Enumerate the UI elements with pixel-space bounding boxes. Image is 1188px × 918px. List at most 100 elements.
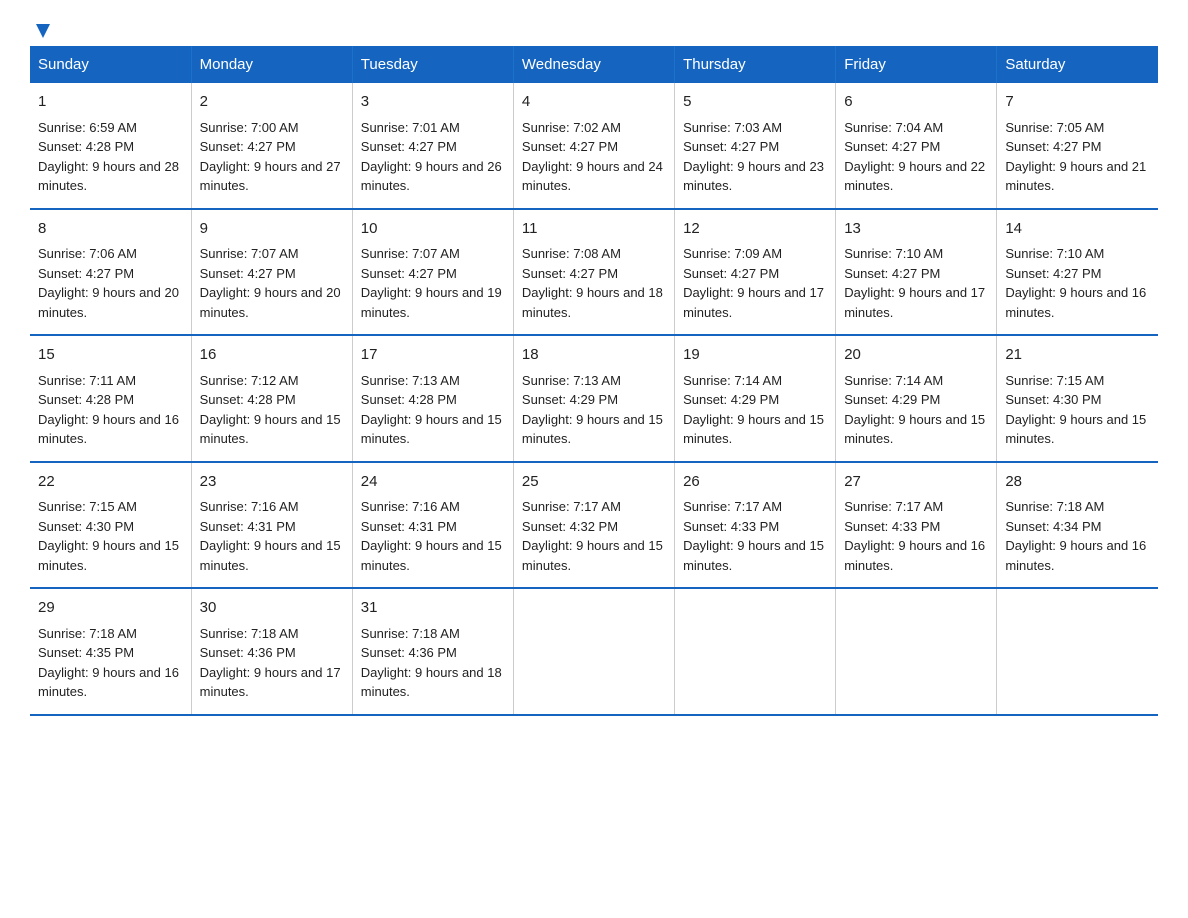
day-number: 10 (361, 218, 505, 241)
calendar-day-cell: 15 Sunrise: 7:11 AM Sunset: 4:28 PM Dayl… (30, 335, 191, 462)
day-info: Sunrise: 7:13 AM Sunset: 4:29 PM Dayligh… (522, 371, 666, 449)
calendar-day-cell: 9 Sunrise: 7:07 AM Sunset: 4:27 PM Dayli… (191, 209, 352, 336)
day-number: 7 (1005, 91, 1150, 114)
day-info: Sunrise: 7:12 AM Sunset: 4:28 PM Dayligh… (200, 371, 344, 449)
calendar-header-cell: Monday (191, 46, 352, 83)
day-info: Sunrise: 7:11 AM Sunset: 4:28 PM Dayligh… (38, 371, 183, 449)
day-info: Sunrise: 7:00 AM Sunset: 4:27 PM Dayligh… (200, 118, 344, 196)
day-info: Sunrise: 7:01 AM Sunset: 4:27 PM Dayligh… (361, 118, 505, 196)
day-number: 16 (200, 344, 344, 367)
calendar-day-cell: 6 Sunrise: 7:04 AM Sunset: 4:27 PM Dayli… (836, 83, 997, 209)
day-info: Sunrise: 7:14 AM Sunset: 4:29 PM Dayligh… (683, 371, 827, 449)
day-info: Sunrise: 7:14 AM Sunset: 4:29 PM Dayligh… (844, 371, 988, 449)
day-info: Sunrise: 7:18 AM Sunset: 4:36 PM Dayligh… (200, 624, 344, 702)
calendar-day-cell: 31 Sunrise: 7:18 AM Sunset: 4:36 PM Dayl… (352, 588, 513, 715)
day-info: Sunrise: 6:59 AM Sunset: 4:28 PM Dayligh… (38, 118, 183, 196)
calendar-day-cell: 10 Sunrise: 7:07 AM Sunset: 4:27 PM Dayl… (352, 209, 513, 336)
day-number: 22 (38, 471, 183, 494)
calendar-header-cell: Thursday (675, 46, 836, 83)
day-number: 13 (844, 218, 988, 241)
calendar-header-cell: Wednesday (513, 46, 674, 83)
day-number: 24 (361, 471, 505, 494)
calendar-day-cell: 3 Sunrise: 7:01 AM Sunset: 4:27 PM Dayli… (352, 83, 513, 209)
day-number: 8 (38, 218, 183, 241)
calendar-day-cell: 5 Sunrise: 7:03 AM Sunset: 4:27 PM Dayli… (675, 83, 836, 209)
day-info: Sunrise: 7:15 AM Sunset: 4:30 PM Dayligh… (1005, 371, 1150, 449)
day-info: Sunrise: 7:04 AM Sunset: 4:27 PM Dayligh… (844, 118, 988, 196)
calendar-day-cell: 1 Sunrise: 6:59 AM Sunset: 4:28 PM Dayli… (30, 83, 191, 209)
day-number: 15 (38, 344, 183, 367)
day-info: Sunrise: 7:18 AM Sunset: 4:34 PM Dayligh… (1005, 497, 1150, 575)
calendar-day-cell (513, 588, 674, 715)
day-number: 14 (1005, 218, 1150, 241)
day-number: 31 (361, 597, 505, 620)
logo-triangle-icon (32, 20, 54, 42)
calendar-day-cell: 25 Sunrise: 7:17 AM Sunset: 4:32 PM Dayl… (513, 462, 674, 589)
calendar-day-cell: 19 Sunrise: 7:14 AM Sunset: 4:29 PM Dayl… (675, 335, 836, 462)
day-number: 11 (522, 218, 666, 241)
calendar-day-cell: 7 Sunrise: 7:05 AM Sunset: 4:27 PM Dayli… (997, 83, 1158, 209)
day-number: 19 (683, 344, 827, 367)
day-info: Sunrise: 7:03 AM Sunset: 4:27 PM Dayligh… (683, 118, 827, 196)
calendar-header-cell: Friday (836, 46, 997, 83)
calendar-day-cell: 28 Sunrise: 7:18 AM Sunset: 4:34 PM Dayl… (997, 462, 1158, 589)
calendar-day-cell (836, 588, 997, 715)
day-info: Sunrise: 7:10 AM Sunset: 4:27 PM Dayligh… (1005, 244, 1150, 322)
day-number: 12 (683, 218, 827, 241)
calendar-day-cell: 4 Sunrise: 7:02 AM Sunset: 4:27 PM Dayli… (513, 83, 674, 209)
day-info: Sunrise: 7:07 AM Sunset: 4:27 PM Dayligh… (361, 244, 505, 322)
calendar-day-cell: 24 Sunrise: 7:16 AM Sunset: 4:31 PM Dayl… (352, 462, 513, 589)
calendar-day-cell: 13 Sunrise: 7:10 AM Sunset: 4:27 PM Dayl… (836, 209, 997, 336)
day-number: 1 (38, 91, 183, 114)
calendar-day-cell (675, 588, 836, 715)
calendar-table: SundayMondayTuesdayWednesdayThursdayFrid… (30, 46, 1158, 716)
day-number: 26 (683, 471, 827, 494)
day-info: Sunrise: 7:06 AM Sunset: 4:27 PM Dayligh… (38, 244, 183, 322)
calendar-day-cell: 17 Sunrise: 7:13 AM Sunset: 4:28 PM Dayl… (352, 335, 513, 462)
calendar-day-cell: 14 Sunrise: 7:10 AM Sunset: 4:27 PM Dayl… (997, 209, 1158, 336)
page-header (30, 20, 1158, 36)
day-info: Sunrise: 7:09 AM Sunset: 4:27 PM Dayligh… (683, 244, 827, 322)
day-info: Sunrise: 7:10 AM Sunset: 4:27 PM Dayligh… (844, 244, 988, 322)
day-info: Sunrise: 7:13 AM Sunset: 4:28 PM Dayligh… (361, 371, 505, 449)
day-number: 25 (522, 471, 666, 494)
calendar-header-cell: Saturday (997, 46, 1158, 83)
calendar-day-cell: 12 Sunrise: 7:09 AM Sunset: 4:27 PM Dayl… (675, 209, 836, 336)
calendar-day-cell (997, 588, 1158, 715)
calendar-day-cell: 27 Sunrise: 7:17 AM Sunset: 4:33 PM Dayl… (836, 462, 997, 589)
day-info: Sunrise: 7:02 AM Sunset: 4:27 PM Dayligh… (522, 118, 666, 196)
calendar-day-cell: 22 Sunrise: 7:15 AM Sunset: 4:30 PM Dayl… (30, 462, 191, 589)
day-info: Sunrise: 7:17 AM Sunset: 4:33 PM Dayligh… (683, 497, 827, 575)
calendar-body: 1 Sunrise: 6:59 AM Sunset: 4:28 PM Dayli… (30, 83, 1158, 715)
calendar-header-cell: Sunday (30, 46, 191, 83)
calendar-day-cell: 18 Sunrise: 7:13 AM Sunset: 4:29 PM Dayl… (513, 335, 674, 462)
calendar-week-row: 1 Sunrise: 6:59 AM Sunset: 4:28 PM Dayli… (30, 83, 1158, 209)
calendar-day-cell: 29 Sunrise: 7:18 AM Sunset: 4:35 PM Dayl… (30, 588, 191, 715)
calendar-header-row: SundayMondayTuesdayWednesdayThursdayFrid… (30, 46, 1158, 83)
calendar-header-cell: Tuesday (352, 46, 513, 83)
calendar-day-cell: 8 Sunrise: 7:06 AM Sunset: 4:27 PM Dayli… (30, 209, 191, 336)
day-info: Sunrise: 7:16 AM Sunset: 4:31 PM Dayligh… (200, 497, 344, 575)
day-number: 3 (361, 91, 505, 114)
day-number: 9 (200, 218, 344, 241)
calendar-day-cell: 11 Sunrise: 7:08 AM Sunset: 4:27 PM Dayl… (513, 209, 674, 336)
day-info: Sunrise: 7:07 AM Sunset: 4:27 PM Dayligh… (200, 244, 344, 322)
calendar-week-row: 29 Sunrise: 7:18 AM Sunset: 4:35 PM Dayl… (30, 588, 1158, 715)
day-info: Sunrise: 7:16 AM Sunset: 4:31 PM Dayligh… (361, 497, 505, 575)
calendar-week-row: 8 Sunrise: 7:06 AM Sunset: 4:27 PM Dayli… (30, 209, 1158, 336)
calendar-week-row: 22 Sunrise: 7:15 AM Sunset: 4:30 PM Dayl… (30, 462, 1158, 589)
calendar-day-cell: 21 Sunrise: 7:15 AM Sunset: 4:30 PM Dayl… (997, 335, 1158, 462)
day-info: Sunrise: 7:17 AM Sunset: 4:32 PM Dayligh… (522, 497, 666, 575)
day-number: 23 (200, 471, 344, 494)
calendar-day-cell: 16 Sunrise: 7:12 AM Sunset: 4:28 PM Dayl… (191, 335, 352, 462)
calendar-day-cell: 23 Sunrise: 7:16 AM Sunset: 4:31 PM Dayl… (191, 462, 352, 589)
day-number: 30 (200, 597, 344, 620)
day-number: 27 (844, 471, 988, 494)
day-info: Sunrise: 7:05 AM Sunset: 4:27 PM Dayligh… (1005, 118, 1150, 196)
day-info: Sunrise: 7:18 AM Sunset: 4:35 PM Dayligh… (38, 624, 183, 702)
day-number: 29 (38, 597, 183, 620)
day-number: 28 (1005, 471, 1150, 494)
day-info: Sunrise: 7:08 AM Sunset: 4:27 PM Dayligh… (522, 244, 666, 322)
day-info: Sunrise: 7:18 AM Sunset: 4:36 PM Dayligh… (361, 624, 505, 702)
logo (30, 20, 54, 36)
